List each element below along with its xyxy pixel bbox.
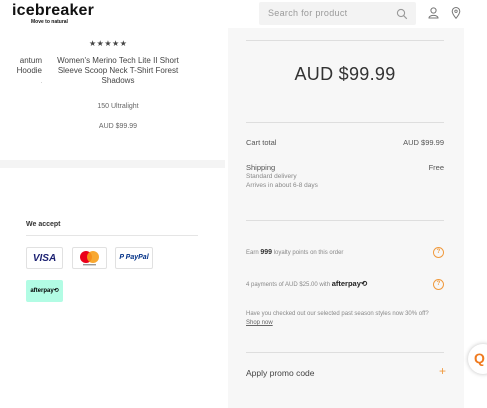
loyalty-points-value: 999: [260, 249, 273, 256]
mastercard-logo: [72, 247, 107, 269]
search-icon[interactable]: [396, 7, 408, 25]
afterpay-info-icon[interactable]: ?: [433, 279, 444, 290]
afterpay-inline-logo: afterpay⟲: [331, 279, 368, 288]
divider: [246, 122, 444, 123]
promo-message: Have you checked out our selected past s…: [246, 311, 429, 326]
clipped-name-text: antum Hoodie: [16, 56, 42, 75]
product-name-clipped: antum Hoodie .: [16, 56, 42, 85]
loyalty-info-icon[interactable]: ?: [433, 247, 444, 258]
brand-logo[interactable]: icebreaker Move to natural: [12, 2, 95, 26]
divider: [26, 235, 198, 236]
shipping-method: Standard delivery: [246, 173, 297, 180]
we-accept-title: We accept: [26, 221, 61, 228]
product-card[interactable]: antum Hoodie . ★★★★★ Women's Merino Tech …: [0, 28, 225, 160]
chat-icon: Q: [474, 350, 485, 366]
brand-name: icebreaker: [12, 2, 95, 19]
user-icon[interactable]: [428, 6, 439, 24]
brand-tagline: Move to natural: [31, 19, 68, 25]
payment-methods-section: We accept VISA P PayPal afterpay⟲: [0, 168, 225, 408]
afterpay-logo: afterpay⟲: [26, 280, 63, 302]
cart-total-row: Cart total AUD $99.99: [246, 138, 444, 147]
shipping-value: Free: [428, 163, 444, 172]
site-header: icebreaker Move to natural Search for pr…: [0, 0, 487, 28]
shipping-row: Shipping Free Standard delivery Arrives …: [246, 163, 444, 190]
location-pin-icon[interactable]: [451, 6, 461, 24]
cart-total-value: AUD $99.99: [403, 138, 444, 147]
divider: [246, 40, 444, 41]
search-input[interactable]: Search for product: [259, 2, 416, 25]
grand-total: AUD $99.99: [294, 64, 396, 84]
chat-widget-button[interactable]: Q: [468, 344, 487, 374]
product-price: AUD $99.99: [98, 123, 138, 130]
paypal-logo: P PayPal: [115, 247, 153, 269]
cart-items-panel: antum Hoodie . ★★★★★ Women's Merino Tech …: [0, 28, 225, 408]
shop-now-link[interactable]: Shop now: [246, 320, 273, 326]
plus-icon[interactable]: +: [439, 364, 446, 378]
shipping-label: Shipping: [246, 163, 276, 172]
afterpay-note: 4 payments of AUD $25.00 with afterpay⟲: [246, 279, 368, 288]
rating-stars: ★★★★★: [89, 39, 128, 48]
search-placeholder: Search for product: [268, 8, 348, 18]
divider: [246, 352, 444, 353]
product-name[interactable]: Women's Merino Tech Lite II Short Sleeve…: [48, 56, 188, 86]
order-summary-panel: AUD $99.99 Cart total AUD $99.99 Shippin…: [228, 28, 464, 408]
apply-promo-code-label[interactable]: Apply promo code: [246, 368, 315, 378]
visa-logo: VISA: [26, 247, 63, 269]
product-variant: 150 Ultralight: [97, 103, 139, 110]
loyalty-points-note: Earn 999 loyalty points on this order: [246, 249, 344, 256]
shipping-eta: Arrives in about 6-8 days: [246, 182, 318, 189]
cart-total-label: Cart total: [246, 138, 277, 147]
divider: [246, 220, 444, 221]
